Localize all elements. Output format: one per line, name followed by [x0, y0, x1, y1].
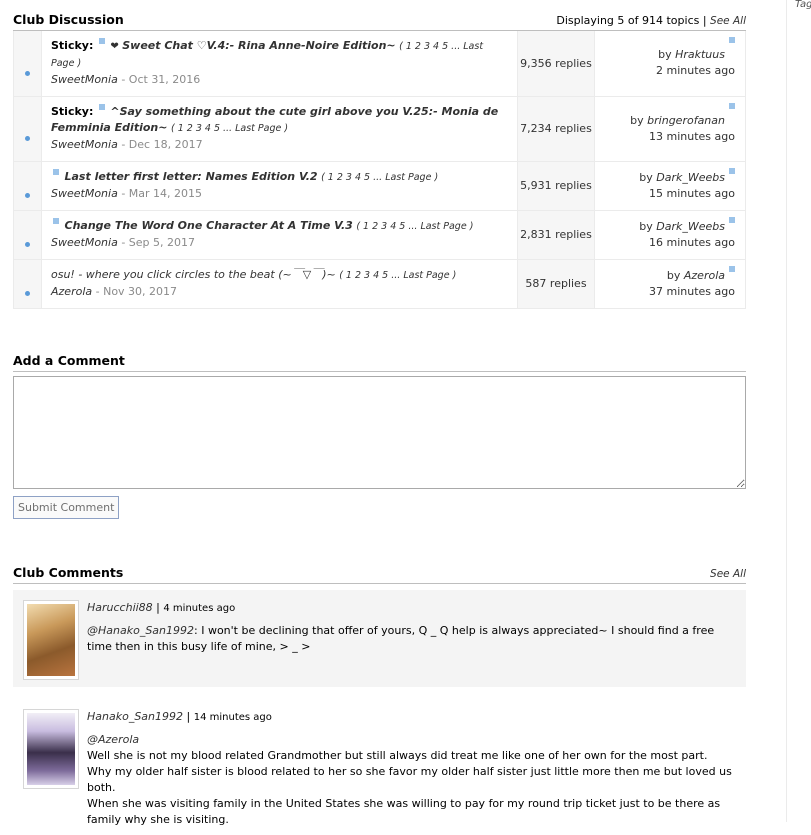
unread-dot-icon	[25, 242, 30, 247]
avatar[interactable]	[23, 708, 79, 789]
sticky-label: Sticky:	[51, 39, 94, 53]
topic-row: osu! - where you click circles to the be…	[13, 259, 746, 309]
new-post-square-icon	[53, 218, 59, 224]
topic-author-link[interactable]: SweetMonia	[51, 236, 118, 249]
submit-comment-button[interactable]: Submit Comment	[13, 495, 120, 519]
avatar[interactable]	[23, 599, 79, 680]
topic-replies: 7,234 replies	[517, 96, 595, 162]
topic-pages[interactable]: ( 1 2 3 4 5 ... Last Page )	[356, 221, 473, 232]
last-post-time[interactable]: 2 minutes ago	[656, 64, 735, 77]
topics-count: Displaying 5 of 914 topics | See All	[556, 14, 746, 27]
topic-replies: 587 replies	[517, 259, 595, 309]
topic-pages[interactable]: ( 1 2 3 4 5 ... Last Page )	[321, 172, 438, 183]
club-content: Club Discussion Displaying 5 of 914 topi…	[13, 0, 746, 835]
new-post-square-icon	[98, 38, 105, 45]
new-post-square-icon	[729, 37, 735, 43]
mention-link[interactable]: @Azerola	[87, 733, 139, 746]
topic-pages[interactable]: ( 1 2 3 4 5 ... Last Page )	[339, 270, 456, 281]
topic-row: Last letter first letter: Names Edition …	[13, 161, 746, 211]
topic-title-link[interactable]: Sweet Chat ♡V.4:- Rina Anne-Noire Editio…	[122, 39, 395, 52]
last-poster-link[interactable]: bringerofanan	[647, 114, 725, 127]
last-poster-link[interactable]: Azerola	[684, 269, 725, 282]
topic-date: Oct 31, 2016	[128, 73, 201, 87]
topic-row: Change The Word One Character At A Time …	[13, 210, 746, 260]
sidebar-tag-label[interactable]: Tag	[795, 0, 811, 10]
sticky-label: Sticky:	[51, 105, 94, 118]
club-comments-header: Club Comments See All	[13, 565, 746, 584]
topic-date: Nov 30, 2017	[103, 285, 178, 298]
topic-replies: 2,831 replies	[517, 210, 595, 260]
topic-title-link[interactable]: Last letter first letter: Names Edition …	[65, 170, 318, 183]
topic-author-link[interactable]: SweetMonia	[51, 73, 118, 86]
topic-pages[interactable]: ( 1 2 3 4 5 ... Last Page )	[171, 123, 288, 134]
add-comment-title: Add a Comment	[13, 352, 125, 368]
last-poster-link[interactable]: Dark_Weebs	[656, 220, 725, 233]
add-comment-section: Add a Comment Submit Comment	[13, 353, 746, 519]
last-poster-link[interactable]: Dark_Weebs	[656, 171, 725, 184]
topic-replies: 9,356 replies	[517, 31, 595, 97]
add-comment-header: Add a Comment	[13, 353, 746, 372]
mention-link[interactable]: @Hanako_San1992	[87, 624, 194, 637]
last-post-time[interactable]: 16 minutes ago	[649, 236, 735, 249]
club-discussion-title: Club Discussion	[13, 12, 124, 27]
last-poster-link[interactable]: Hraktuus	[675, 48, 725, 61]
comment-author-link[interactable]: Harucchii88	[87, 601, 153, 614]
topic-author-link[interactable]: Azerola	[51, 285, 92, 298]
avatar-image	[27, 603, 75, 676]
discussion-see-all-link[interactable]: See All	[710, 15, 746, 27]
last-post-time[interactable]: 15 minutes ago	[649, 187, 735, 200]
new-post-square-icon	[53, 169, 59, 175]
topic-date: Dec 18, 2017	[128, 138, 203, 151]
topic-date: Mar 14, 2015	[128, 187, 203, 200]
comment-body: Hanako_San1992 | 14 minutes ago @Azerola…	[87, 709, 736, 828]
club-comments-section: Club Comments See All Harucchii88 | 4 mi…	[13, 565, 746, 835]
comment-body: Harucchii88 | 4 minutes ago @Hanako_San1…	[87, 600, 736, 680]
right-sidebar-edge: Tag	[786, 0, 811, 822]
comments-see-all-link[interactable]: See All	[710, 568, 746, 580]
comment-text: @Azerola Well she is not my blood relate…	[87, 732, 732, 826]
unread-dot-icon	[25, 70, 30, 76]
comment-text: @Hanako_San1992: I won't be declining th…	[87, 623, 715, 653]
topic-date: Sep 5, 2017	[128, 236, 196, 249]
avatar-image	[27, 712, 75, 785]
heart-icon: ❤	[110, 41, 119, 53]
new-post-square-icon	[729, 102, 735, 109]
topic-replies: 5,931 replies	[517, 161, 595, 211]
comment-item: Harucchii88 | 4 minutes ago @Hanako_San1…	[13, 589, 746, 687]
last-post-time[interactable]: 37 minutes ago	[649, 285, 735, 298]
comment-time: 14 minutes ago	[193, 711, 272, 723]
new-post-square-icon	[729, 216, 735, 223]
last-post-time[interactable]: 13 minutes ago	[649, 130, 735, 143]
topic-row: Sticky: ❤ Sweet Chat ♡V.4:- Rina Anne-No…	[13, 31, 746, 97]
unread-dot-icon	[25, 136, 30, 141]
displaying-text: Displaying 5 of 914 topics |	[556, 14, 707, 27]
unread-dot-icon	[25, 291, 30, 296]
comment-author-link[interactable]: Hanako_San1992	[87, 710, 183, 723]
new-post-square-icon	[729, 265, 735, 272]
topics-table: Sticky: ❤ Sweet Chat ♡V.4:- Rina Anne-No…	[13, 31, 746, 309]
topic-author-link[interactable]: SweetMonia	[51, 138, 118, 151]
comment-time: 4 minutes ago	[163, 602, 236, 614]
comment-textarea[interactable]	[13, 375, 746, 489]
topic-row: Sticky: ^Say something about the cute gi…	[13, 96, 746, 162]
club-discussion-header: Club Discussion Displaying 5 of 914 topi…	[13, 0, 746, 31]
topic-title-link[interactable]: osu! - where you click circles to the be…	[51, 268, 336, 281]
new-post-square-icon	[729, 167, 735, 174]
comment-item: Hanako_San1992 | 14 minutes ago @Azerola…	[13, 699, 746, 835]
topic-title-link[interactable]: Change The Word One Character At A Time …	[65, 219, 353, 232]
new-post-square-icon	[98, 104, 105, 110]
topic-author-link[interactable]: SweetMonia	[51, 187, 118, 200]
club-comments-title: Club Comments	[13, 564, 124, 580]
unread-dot-icon	[25, 193, 30, 198]
